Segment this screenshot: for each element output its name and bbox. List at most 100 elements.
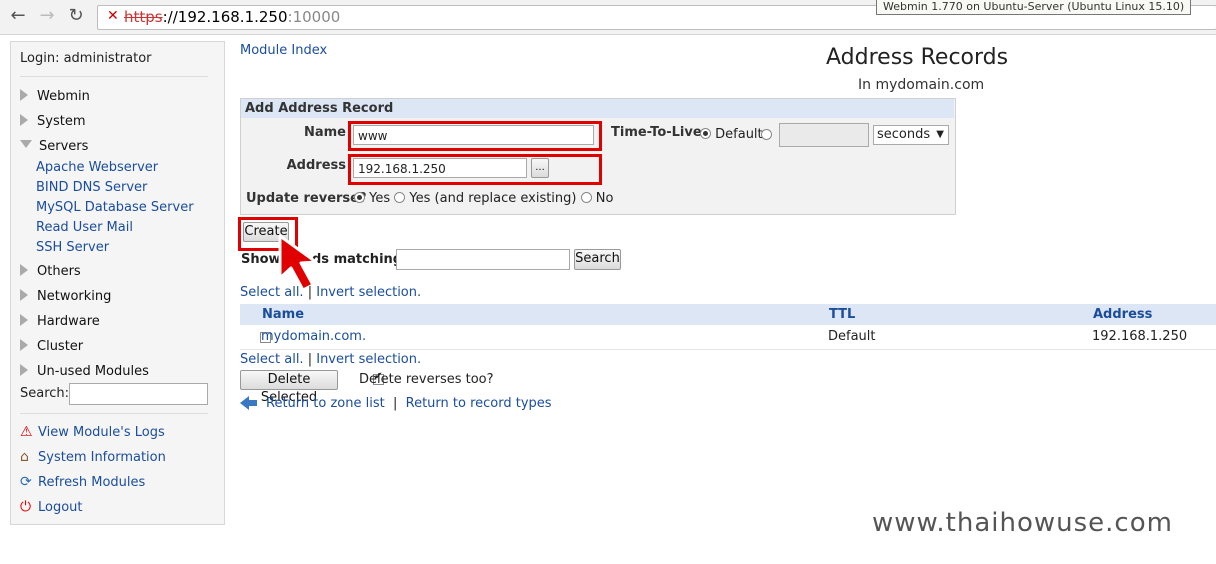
insecure-lock-icon[interactable]: ✕ (107, 9, 121, 23)
reverse-replace-radio[interactable] (394, 192, 406, 203)
refresh-modules-link[interactable]: ⟳ Refresh Modules (20, 474, 145, 490)
view-module-logs-link[interactable]: ⚠ View Module's Logs (20, 424, 165, 440)
address-browse-button[interactable]: ... (531, 158, 549, 178)
back-arrow-icon[interactable] (240, 395, 258, 411)
url-host: ://192.168.1.250 (162, 8, 288, 26)
form-heading: Add Address Record (245, 101, 394, 116)
invert-selection-link[interactable]: Invert selection. (316, 352, 421, 367)
category-label: Servers (39, 139, 89, 154)
collapsed-arrow-icon (20, 364, 28, 376)
records-search-input[interactable] (396, 249, 570, 270)
return-links: Return to zone list | Return to record t… (266, 396, 552, 411)
category-networking[interactable]: Networking (20, 289, 111, 304)
address-label: Address (286, 158, 346, 173)
update-reverse-label: Update reverse? (246, 191, 367, 206)
category-label: Networking (37, 289, 112, 304)
category-unused-modules[interactable]: Un-used Modules (20, 364, 149, 379)
category-label: System (37, 114, 86, 129)
reverse-yes-radio[interactable] (354, 192, 365, 203)
category-label: Others (37, 264, 81, 279)
link-label: Logout (38, 500, 83, 515)
selection-links-bottom: Select all. | Invert selection. (240, 352, 421, 367)
sidebar-search-input[interactable] (69, 383, 208, 405)
category-system[interactable]: System (20, 114, 85, 129)
reload-icon[interactable]: ↻ (66, 6, 86, 26)
ttl-custom-radio[interactable] (761, 129, 772, 140)
tooltip: Webmin 1.770 on Ubuntu-Server (Ubuntu Li… (876, 0, 1192, 15)
radio-selected[interactable] (700, 128, 711, 139)
category-label: Webmin (37, 89, 90, 104)
watermark: www.thaihowuse.com (872, 508, 1173, 538)
form-header: Add Address Record (241, 99, 954, 118)
divider (20, 76, 208, 77)
power-icon: ⏻ (20, 499, 32, 515)
name-input[interactable]: www (353, 125, 594, 145)
record-address: 192.168.1.250 (1092, 329, 1188, 344)
collapsed-arrow-icon (20, 264, 28, 276)
reverse-yes-label: Yes (369, 191, 391, 206)
home-icon: ⌂ (20, 449, 29, 465)
ttl-unit-value: seconds (877, 127, 931, 142)
separator: | (307, 285, 313, 300)
page-subtitle: In mydomain.com (858, 77, 985, 93)
search-button[interactable]: Search (574, 249, 621, 270)
ttl-default-label: Default (715, 127, 763, 142)
address-input[interactable]: 192.168.1.250 (353, 158, 527, 178)
divider (20, 413, 208, 414)
category-servers[interactable]: Servers (20, 139, 88, 154)
separator: | (392, 396, 398, 411)
select-all-link[interactable]: Select all. (240, 352, 304, 367)
category-label: Cluster (37, 339, 84, 354)
pointer-arrow-icon (278, 234, 318, 292)
ttl-value-input[interactable] (779, 123, 869, 147)
module-apache[interactable]: Apache Webserver (36, 160, 158, 175)
invert-selection-link[interactable]: Invert selection. (316, 285, 421, 300)
dropdown-arrow-icon: ▼ (936, 129, 944, 140)
module-ssh[interactable]: SSH Server (36, 240, 109, 255)
refresh-icon: ⟳ (20, 474, 32, 490)
system-information-link[interactable]: ⌂ System Information (20, 449, 166, 465)
column-header-address[interactable]: Address (1093, 307, 1152, 322)
category-others[interactable]: Others (20, 264, 81, 279)
delete-reverses-label: Delete reverses too? (359, 372, 494, 387)
module-mysql[interactable]: MySQL Database Server (36, 200, 194, 215)
module-index-link[interactable]: Module Index (240, 43, 327, 58)
category-cluster[interactable]: Cluster (20, 339, 83, 354)
collapsed-arrow-icon (20, 289, 28, 301)
reverse-no-radio[interactable] (580, 192, 592, 203)
delete-selected-button[interactable]: Delete Selected (240, 370, 338, 405)
expanded-arrow-icon (20, 140, 32, 148)
separator: | (307, 352, 313, 367)
table-header (240, 304, 1216, 325)
logout-link[interactable]: ⏻ Logout (20, 499, 83, 515)
collapsed-arrow-icon (20, 89, 28, 101)
module-read-user-mail[interactable]: Read User Mail (36, 220, 133, 235)
record-name-link[interactable]: mydomain.com. (261, 329, 366, 344)
page-title: Address Records (826, 45, 1009, 70)
back-icon[interactable]: ← (8, 6, 28, 26)
module-bind-dns[interactable]: BIND DNS Server (36, 180, 147, 195)
select-all-link[interactable]: Select all. (240, 285, 304, 300)
url-text: https://192.168.1.250:10000 (124, 8, 340, 26)
collapsed-arrow-icon (20, 314, 28, 326)
ttl-unit-select[interactable]: seconds ▼ (873, 125, 949, 145)
collapsed-arrow-icon (20, 114, 28, 126)
url-scheme: https (124, 8, 163, 26)
category-hardware[interactable]: Hardware (20, 314, 100, 329)
name-label: Name (303, 125, 346, 140)
link-label: System Information (38, 450, 166, 465)
category-webmin[interactable]: Webmin (20, 89, 90, 104)
forward-icon[interactable]: → (37, 6, 57, 26)
category-label: Hardware (37, 314, 100, 329)
ttl-default-option[interactable]: Default (700, 127, 763, 142)
reverse-no-label: No (595, 191, 614, 206)
link-label: View Module's Logs (38, 425, 165, 440)
return-record-types-link[interactable]: Return to record types (406, 396, 552, 411)
url-port: :10000 (287, 8, 341, 26)
sidebar-search-label: Search: (20, 386, 70, 401)
column-header-ttl[interactable]: TTL (829, 307, 855, 322)
selection-links-top: Select all. | Invert selection. (240, 285, 421, 300)
return-zone-list-link[interactable]: Return to zone list (266, 396, 385, 411)
update-reverse-options: Yes Yes (and replace existing) No (354, 191, 613, 206)
column-header-name[interactable]: Name (262, 307, 304, 322)
